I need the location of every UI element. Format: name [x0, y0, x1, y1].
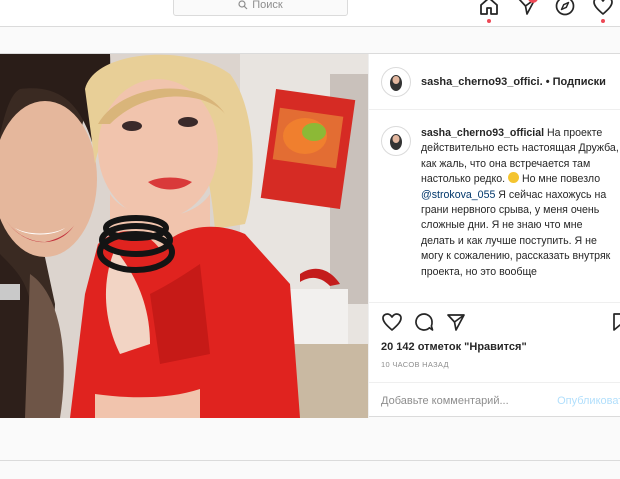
bookmark-icon[interactable] — [609, 311, 620, 333]
search-input[interactable]: Поиск — [173, 0, 348, 16]
post-caption: sasha_cherno93_official На проекте дейст… — [381, 126, 619, 298]
direct-button[interactable] — [516, 0, 538, 17]
home-button[interactable] — [478, 0, 500, 23]
post-timestamp[interactable]: 10 ЧАСОВ НАЗАД — [381, 360, 449, 369]
explore-icon — [555, 0, 575, 16]
activity-dot — [601, 19, 605, 23]
caption-avatar[interactable] — [381, 126, 411, 156]
publish-button[interactable]: Опубликовать — [557, 395, 620, 407]
avatar-image — [390, 134, 402, 150]
share-icon[interactable] — [445, 311, 467, 333]
search-placeholder: Поиск — [252, 0, 283, 11]
post-photo[interactable] — [0, 54, 368, 418]
post-photo-image — [0, 54, 368, 418]
home-active-dot — [487, 19, 491, 23]
smile-emoji-icon — [508, 172, 519, 184]
likes-count[interactable]: 20 142 отметок "Нравится" — [381, 341, 527, 353]
post-username[interactable]: sasha_cherno93_offici. — [421, 76, 543, 88]
separator-dot: • — [542, 75, 553, 88]
heart-icon — [593, 0, 613, 15]
comment-form: Добавьте комментарий... Опубликовать — [369, 382, 620, 419]
like-heart-icon[interactable] — [381, 311, 403, 333]
comment-input[interactable]: Добавьте комментарий... — [381, 395, 509, 407]
avatar-image — [390, 74, 402, 91]
divider — [0, 460, 620, 461]
comment-icon[interactable] — [413, 311, 435, 333]
avatar[interactable] — [381, 66, 411, 97]
explore-button[interactable] — [554, 0, 576, 17]
post-sidebar: sasha_cherno93_offici. • Подписки sasha_… — [368, 54, 620, 418]
caption-username[interactable]: sasha_cherno93_official — [421, 127, 544, 139]
post-header: sasha_cherno93_offici. • Подписки — [369, 54, 620, 110]
follow-button[interactable]: Подписки — [553, 76, 606, 88]
instagram-post: sasha_cherno93_offici. • Подписки sasha_… — [0, 53, 620, 418]
search-icon — [238, 0, 248, 10]
home-icon — [480, 0, 498, 15]
mention-link[interactable]: @strokova_055 — [421, 189, 495, 201]
caption-text: sasha_cherno93_official На проекте дейст… — [421, 126, 619, 298]
post-actions: 20 142 отметок "Нравится" 10 ЧАСОВ НАЗАД… — [369, 302, 620, 418]
top-navigation-bar: Поиск — [0, 0, 620, 27]
caption-part3: Я сейчас нахожусь на грани нервного срыв… — [421, 188, 611, 278]
activity-button[interactable] — [592, 0, 614, 23]
caption-part2: Но мне повезло — [519, 173, 601, 186]
